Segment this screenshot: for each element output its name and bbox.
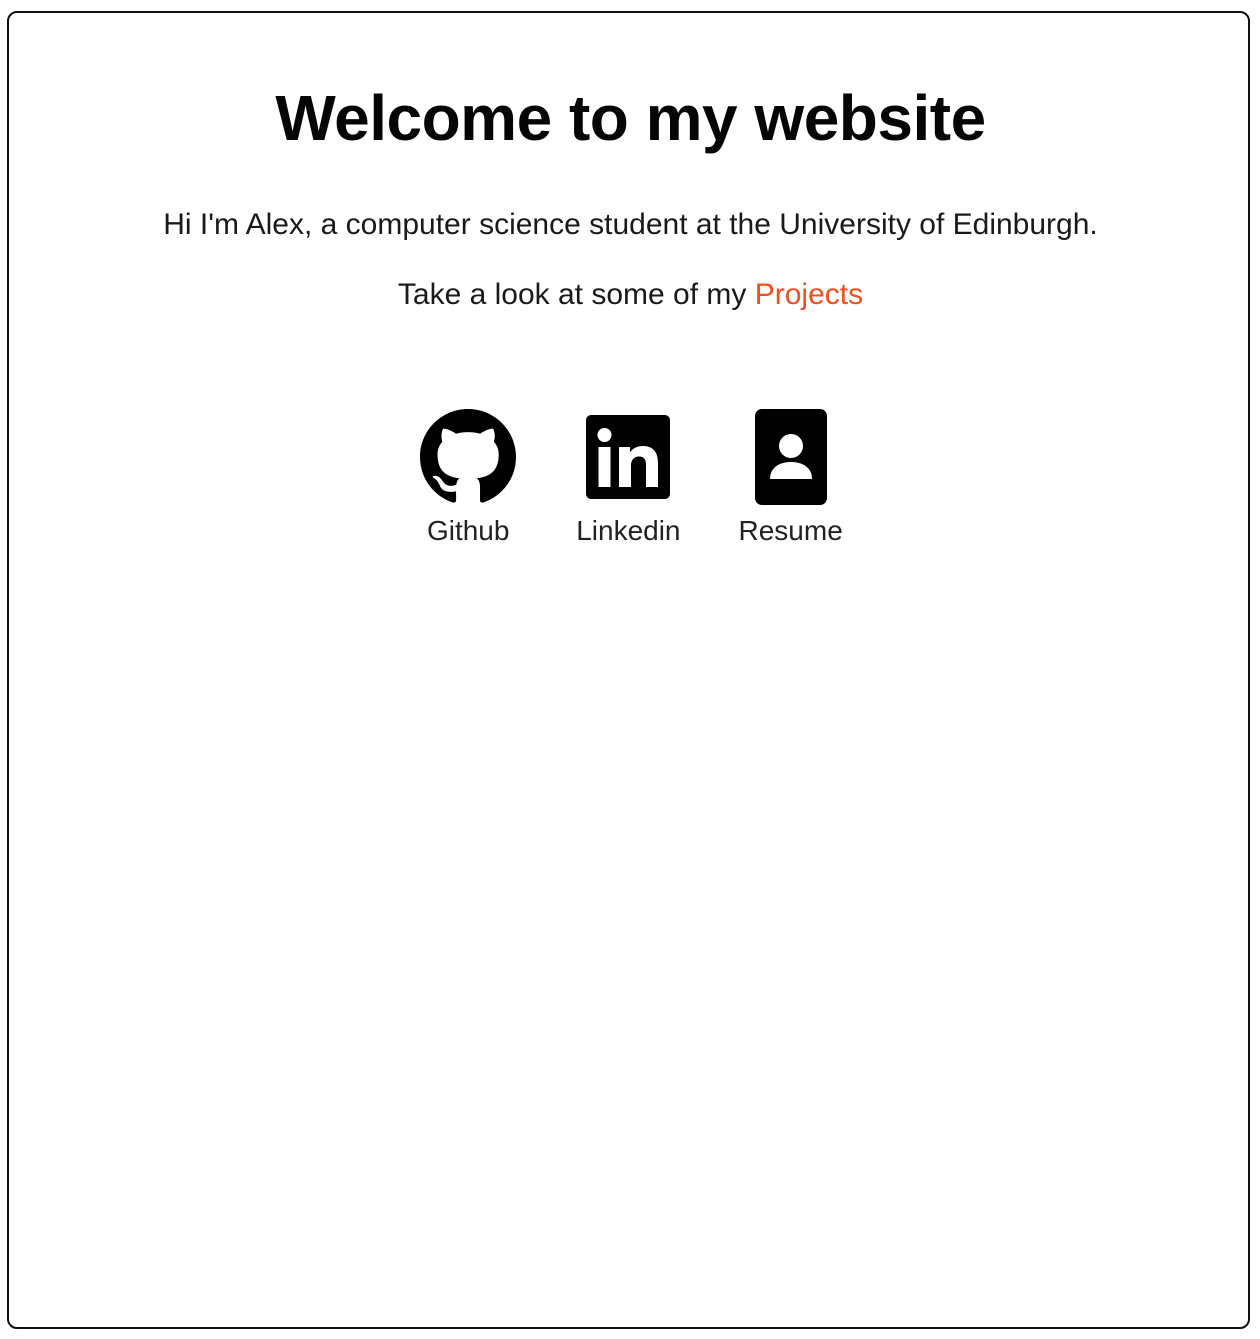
resume-link[interactable]: Resume (739, 405, 843, 548)
resume-label: Resume (738, 515, 843, 546)
linkedin-icon (578, 405, 678, 509)
social-links: Github Linkedin Resume (9, 405, 1252, 548)
page-frame: Welcome to my website Hi I'm Alex, a com… (7, 11, 1250, 1329)
projects-link[interactable]: Projects (755, 278, 863, 311)
projects-line: Take a look at some of my Projects (9, 277, 1252, 313)
linkedin-link[interactable]: Linkedin (576, 405, 681, 548)
github-icon (418, 405, 518, 509)
resume-icon (741, 405, 841, 509)
page-title: Welcome to my website (275, 82, 986, 154)
github-label: Github (426, 515, 510, 546)
projects-prefix-text: Take a look at some of my (397, 278, 755, 311)
intro-text: Hi I'm Alex, a computer science student … (163, 208, 1098, 241)
linkedin-label: Linkedin (576, 515, 681, 546)
github-link[interactable]: Github (418, 405, 518, 548)
